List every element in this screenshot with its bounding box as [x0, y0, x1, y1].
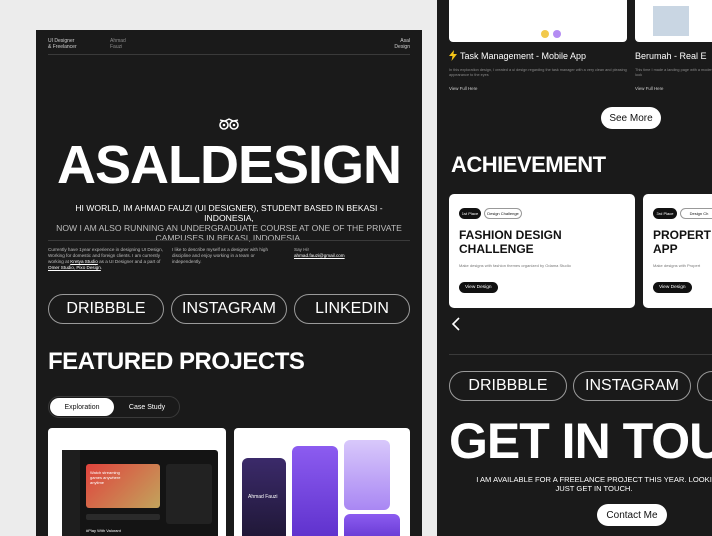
dribbble-button[interactable]: DRIBBBLE [449, 371, 567, 401]
streaming-dashboard-preview: Watch streaming games anywhere anytime #… [62, 450, 218, 536]
intro-line-3: CAMPUSES IN BEKASI, INDONESIA. [155, 233, 303, 243]
name-label: Ahmad Fauzi [110, 38, 126, 50]
brand-line-2: Design [394, 44, 410, 50]
tab-exploration[interactable]: Exploration [50, 398, 114, 416]
kretya-studio-link[interactable]: Kretya Studio [70, 259, 98, 264]
phone-mockup [292, 446, 338, 536]
category-badge: Design Ch [680, 208, 712, 219]
chevron-left-icon[interactable] [451, 317, 461, 331]
intro-text: HI WORLD, IM AHMAD FAUZI (UI DESIGNER), … [50, 203, 408, 243]
achievement-card-title: PROPERT APP [653, 228, 711, 256]
intro-line-2: NOW I AM ALSO RUNNING AN UNDERGRADUATE C… [56, 223, 402, 233]
portfolio-page-preview-continued: Task Management - Mobile App Berumah - R… [437, 0, 712, 536]
availability-line-2: JUST GET IN TOUCH. [555, 484, 633, 493]
achievement-desc: Make designs with Propert [653, 263, 701, 268]
experience-text-mid: as a UI Designer and a part of [97, 259, 161, 264]
availability-text: I AM AVAILABLE FOR A FREELANCE PROJECT T… [449, 475, 712, 493]
divider [48, 240, 410, 241]
project-title-task[interactable]: Task Management - Mobile App [460, 51, 586, 61]
phone-mockup [344, 440, 390, 510]
achievement-card-property[interactable]: 3rd Place Design Ch PROPERT APP Make des… [643, 194, 712, 308]
name-line-2: Fauzi [110, 44, 123, 50]
featured-projects-title: FEATURED PROJECTS [48, 348, 305, 375]
achievement-desc: Make designs with fashion themes organiz… [459, 263, 571, 268]
portfolio-page-preview: UI Designer & Freelancer Ahmad Fauzi Asa… [36, 30, 422, 536]
achievement-title-line-1: FASHION DESIGN [459, 228, 562, 242]
place-badge: 3rd Place [653, 208, 677, 219]
achievement-card-title: FASHION DESIGN CHALLENGE [459, 228, 562, 256]
project-desc-berumah: This time I made a landing page with a m… [635, 68, 712, 77]
achievement-title-line-2: APP [653, 242, 678, 256]
house-image [653, 6, 689, 36]
view-full-link[interactable]: View Full Here [635, 86, 663, 91]
about-description: I like to describe myself as a designer … [172, 247, 269, 264]
view-full-link[interactable]: View Full Here [449, 86, 477, 91]
role-label: UI Designer & Freelancer [48, 38, 77, 50]
role-line-2: & Freelancer [48, 44, 77, 50]
dashboard-right-panel [166, 464, 212, 524]
profile-name: Ahmad Fauzi [248, 494, 278, 500]
omer-studio-link[interactable]: Omer Studio, Pixo Design [48, 265, 101, 270]
experience-text-end: . [100, 265, 103, 270]
email-link[interactable]: ahmad.fauzi@gmail.com [294, 253, 404, 259]
project-card-streaming[interactable]: Watch streaming games anywhere anytime #… [48, 428, 226, 536]
achievement-card-fashion[interactable]: 1st Place Design Challenge FASHION DESIG… [449, 194, 635, 308]
about-experience: Currently have 1year experience in desig… [48, 247, 164, 271]
view-design-button[interactable]: View Design [459, 282, 498, 293]
banner-headline: Watch streaming games anywhere anytime [90, 470, 121, 485]
view-design-button[interactable]: View Design [653, 282, 692, 293]
achievement-title: ACHIEVEMENT [451, 152, 606, 177]
divider [48, 54, 410, 55]
achievement-title-line-2: CHALLENGE [459, 242, 534, 256]
divider [449, 354, 712, 355]
intro-line-1: HI WORLD, IM AHMAD FAUZI (UI DESIGNER), … [75, 203, 383, 223]
dashboard-sidebar [62, 450, 80, 536]
linkedin-button[interactable]: LINKEDIN [294, 294, 410, 324]
dribbble-button[interactable]: DRIBBBLE [48, 294, 164, 324]
tab-case-study[interactable]: Case Study [117, 398, 177, 416]
get-in-touch-title: GET IN TOU [449, 413, 712, 469]
see-more-button[interactable]: See More [601, 107, 661, 129]
availability-line-1: I AM AVAILABLE FOR A FREELANCE PROJECT T… [476, 475, 712, 484]
social-links: DRIBBBLE INSTAGRAM LINKEDIN [48, 294, 410, 324]
phone-mockup [344, 514, 400, 536]
project-card-mobile-app[interactable]: Ahmad Fauzi [234, 428, 410, 536]
project-desc-task: In this exploration design, I created a … [449, 68, 627, 77]
category-badge: Design Challenge [484, 208, 522, 219]
project-thumb-task[interactable] [449, 0, 627, 42]
dashboard-strip [86, 514, 160, 520]
phone-mockup: Ahmad Fauzi [242, 458, 286, 536]
contact-me-button[interactable]: Contact Me [597, 504, 667, 526]
project-tabs: Exploration Case Study [48, 396, 180, 418]
linkedin-button[interactable] [697, 371, 712, 401]
dashboard-caption: #Play With Valorant [86, 528, 121, 533]
instagram-button[interactable]: INSTAGRAM [573, 371, 691, 401]
place-badge: 1st Place [459, 208, 481, 219]
project-title-berumah[interactable]: Berumah - Real E [635, 51, 707, 61]
owl-logo-icon [219, 118, 239, 130]
achievement-title-line-1: PROPERT [653, 228, 712, 242]
thumb-dot [553, 30, 561, 38]
thumb-dot [541, 30, 549, 38]
instagram-button[interactable]: INSTAGRAM [171, 294, 287, 324]
project-thumb-berumah[interactable] [635, 0, 712, 42]
hero-title: ASALDESIGN [56, 135, 402, 195]
lightning-icon [449, 50, 457, 61]
contact-info: Say Hi! ahmad.fauzi@gmail.com [294, 247, 404, 259]
brand-link[interactable]: Asal Design [394, 38, 410, 50]
